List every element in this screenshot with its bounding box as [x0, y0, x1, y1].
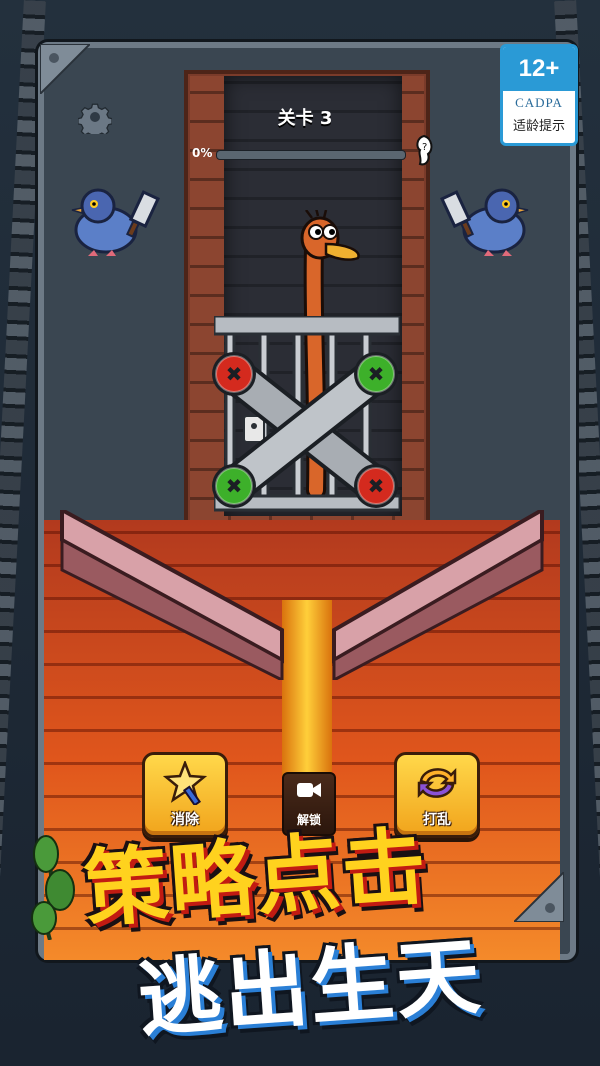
- promo-headline-1: 策略点击: [81, 817, 432, 939]
- pin-x-icon: ✖: [226, 362, 243, 386]
- progress-percent: 0%: [192, 146, 213, 160]
- age-rating-value: 12+: [503, 47, 575, 91]
- pin-puzzle: ✖ ✖ ✖ ✖: [212, 352, 398, 508]
- video-ad-icon: [297, 783, 321, 797]
- shuffle-arrows-icon: [417, 767, 457, 799]
- clear-button-label: 消除: [171, 812, 199, 828]
- pigeon-guard-icon: [71, 188, 161, 256]
- settings-gear-icon[interactable]: [78, 100, 112, 134]
- level-progress: 0%: [192, 146, 414, 162]
- clear-button[interactable]: 消除: [142, 752, 228, 838]
- magic-wand-star-icon: [163, 761, 207, 805]
- rating-org: CADPA: [515, 95, 563, 110]
- goal-marker-icon: ?: [416, 134, 433, 166]
- corner-bolt-icon: [40, 44, 90, 94]
- pin-x-icon: ✖: [368, 362, 385, 386]
- promo-headline-2: 逃出生天: [135, 927, 486, 1049]
- corner-bolt-icon: [514, 872, 564, 922]
- pin-x-icon: ✖: [226, 474, 243, 498]
- pin-head-red[interactable]: ✖: [354, 464, 398, 508]
- pigeon-guard-icon: [439, 188, 529, 256]
- stone-ramps: [60, 510, 544, 680]
- level-title: 关卡 3: [277, 108, 333, 129]
- progress-track: [216, 150, 406, 160]
- rating-tip: 适龄提示: [512, 119, 565, 134]
- pin-head-red[interactable]: ✖: [212, 352, 256, 396]
- svg-text:?: ?: [422, 142, 427, 153]
- pin-head-green[interactable]: ✖: [212, 464, 256, 508]
- age-rating-badge: 12+ CADPA 适龄提示: [500, 44, 578, 146]
- pin-x-icon: ✖: [368, 474, 385, 498]
- pin-head-green[interactable]: ✖: [354, 352, 398, 396]
